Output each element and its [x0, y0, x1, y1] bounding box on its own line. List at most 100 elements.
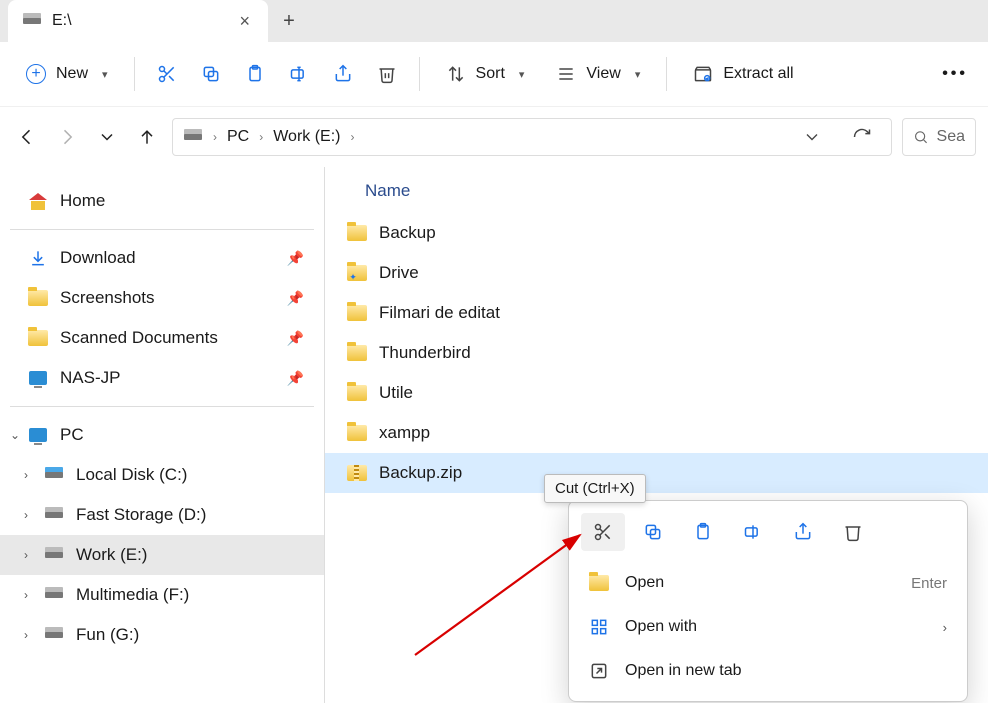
- trash-icon: [843, 522, 863, 542]
- extract-all-button[interactable]: Extract all: [679, 53, 807, 95]
- sidebar-item-download[interactable]: Download 📌: [0, 238, 324, 278]
- sidebar-item-scanned[interactable]: Scanned Documents 📌: [0, 318, 324, 358]
- file-name: Backup.zip: [379, 463, 462, 483]
- sidebar-item-label: Local Disk (C:): [76, 465, 187, 485]
- sidebar-drive-c[interactable]: › Local Disk (C:): [0, 455, 324, 495]
- copy-icon: [643, 522, 663, 542]
- nav-buttons: [12, 126, 162, 148]
- ctx-open-new-tab[interactable]: Open in new tab: [577, 649, 959, 693]
- sidebar-item-label: NAS-JP: [60, 368, 120, 388]
- sidebar-item-label: PC: [60, 425, 84, 445]
- up-button[interactable]: [136, 126, 158, 148]
- refresh-icon: [852, 127, 872, 147]
- sidebar-item-label: Fun (G:): [76, 625, 139, 645]
- file-row[interactable]: Backup.zip: [325, 453, 988, 493]
- context-icon-row: [577, 509, 959, 561]
- view-button[interactable]: View ▾: [542, 53, 654, 95]
- share-button[interactable]: [323, 53, 363, 95]
- refresh-button[interactable]: [851, 126, 873, 148]
- sidebar-drive-d[interactable]: › Fast Storage (D:): [0, 495, 324, 535]
- chevron-right-icon[interactable]: ›: [24, 468, 28, 482]
- file-row[interactable]: ✦ Drive: [325, 253, 988, 293]
- ctx-rename-button[interactable]: [731, 513, 775, 551]
- chevron-right-icon[interactable]: ›: [24, 548, 28, 562]
- file-name: Backup: [379, 223, 436, 243]
- sidebar-drive-g[interactable]: › Fun (G:): [0, 615, 324, 655]
- delete-button[interactable]: [367, 53, 407, 95]
- breadcrumb-pc[interactable]: PC: [227, 128, 249, 146]
- file-row[interactable]: Backup: [325, 213, 988, 253]
- search-input[interactable]: Sea: [902, 118, 976, 156]
- sidebar-item-label: Screenshots: [60, 288, 155, 308]
- chevron-down-icon[interactable]: ⌄: [10, 428, 20, 442]
- drive-icon: [22, 11, 42, 31]
- column-header-name[interactable]: Name: [325, 177, 988, 213]
- sidebar-drive-f[interactable]: › Multimedia (F:): [0, 575, 324, 615]
- sidebar: Home Download 📌 Screenshots 📌 Scanned Do…: [0, 167, 325, 703]
- chevron-down-icon: ▾: [635, 68, 641, 81]
- ctx-copy-button[interactable]: [631, 513, 675, 551]
- file-list: Backup ✦ Drive Filmari de editat Thunder…: [325, 213, 988, 493]
- drive-icon: [44, 505, 64, 525]
- scissors-icon: [157, 64, 177, 84]
- breadcrumb-work[interactable]: Work (E:): [273, 128, 340, 146]
- address-bar[interactable]: › PC › Work (E:) ›: [172, 118, 892, 156]
- address-history-button[interactable]: [801, 126, 823, 148]
- copy-button[interactable]: [191, 53, 231, 95]
- folder-icon: ✦: [347, 263, 367, 283]
- drive-icon: [183, 127, 203, 147]
- ctx-open-label: Open: [625, 574, 664, 592]
- drive-icon: [44, 545, 64, 565]
- sidebar-pc[interactable]: ⌄ PC: [0, 415, 324, 455]
- address-row: › PC › Work (E:) › Sea: [0, 107, 988, 167]
- cut-button[interactable]: [147, 53, 187, 95]
- ctx-share-button[interactable]: [781, 513, 825, 551]
- ctx-open-with[interactable]: Open with ›: [577, 605, 959, 649]
- forward-button[interactable]: [56, 126, 78, 148]
- sort-button[interactable]: Sort ▾: [432, 53, 539, 95]
- file-row[interactable]: Filmari de editat: [325, 293, 988, 333]
- sidebar-item-nas[interactable]: NAS-JP 📌: [0, 358, 324, 398]
- folder-icon: [347, 223, 367, 243]
- ctx-open[interactable]: Open Enter: [577, 561, 959, 605]
- new-button[interactable]: + New ▾: [12, 53, 122, 95]
- file-row[interactable]: Utile: [325, 373, 988, 413]
- tab-active[interactable]: E:\ ×: [8, 0, 268, 42]
- folder-icon: [28, 288, 48, 308]
- more-button[interactable]: •••: [934, 53, 976, 95]
- sidebar-home[interactable]: Home: [0, 181, 324, 221]
- ctx-paste-button[interactable]: [681, 513, 725, 551]
- file-row[interactable]: xampp: [325, 413, 988, 453]
- sidebar-item-label: Work (E:): [76, 545, 147, 565]
- chevron-right-icon[interactable]: ›: [24, 628, 28, 642]
- rename-button[interactable]: [279, 53, 319, 95]
- newtab-icon: [589, 661, 609, 681]
- new-tab-button[interactable]: +: [268, 0, 310, 42]
- context-menu: Open Enter Open with › Open in new tab: [568, 500, 968, 702]
- folder-icon: [28, 328, 48, 348]
- divider: [10, 406, 314, 407]
- new-label: New: [56, 65, 88, 83]
- file-name: Utile: [379, 383, 413, 403]
- file-row[interactable]: Thunderbird: [325, 333, 988, 373]
- back-button[interactable]: [16, 126, 38, 148]
- divider: [134, 57, 135, 91]
- plus-circle-icon: +: [26, 64, 46, 84]
- divider: [10, 229, 314, 230]
- sidebar-drive-e[interactable]: › Work (E:): [0, 535, 324, 575]
- chevron-right-icon[interactable]: ›: [24, 508, 28, 522]
- pin-icon: 📌: [287, 290, 324, 307]
- pin-icon: 📌: [287, 370, 324, 387]
- paste-button[interactable]: [235, 53, 275, 95]
- breadcrumb-sep: ›: [351, 130, 355, 144]
- ctx-delete-button[interactable]: [831, 513, 875, 551]
- ctx-newtab-label: Open in new tab: [625, 662, 742, 680]
- ctx-cut-button[interactable]: [581, 513, 625, 551]
- chevron-right-icon[interactable]: ›: [24, 588, 28, 602]
- file-name: Filmari de editat: [379, 303, 500, 323]
- breadcrumb-sep: ›: [213, 130, 217, 144]
- recent-button[interactable]: [96, 126, 118, 148]
- sidebar-item-screenshots[interactable]: Screenshots 📌: [0, 278, 324, 318]
- sidebar-item-label: Download: [60, 248, 136, 268]
- tab-close-button[interactable]: ×: [235, 11, 254, 32]
